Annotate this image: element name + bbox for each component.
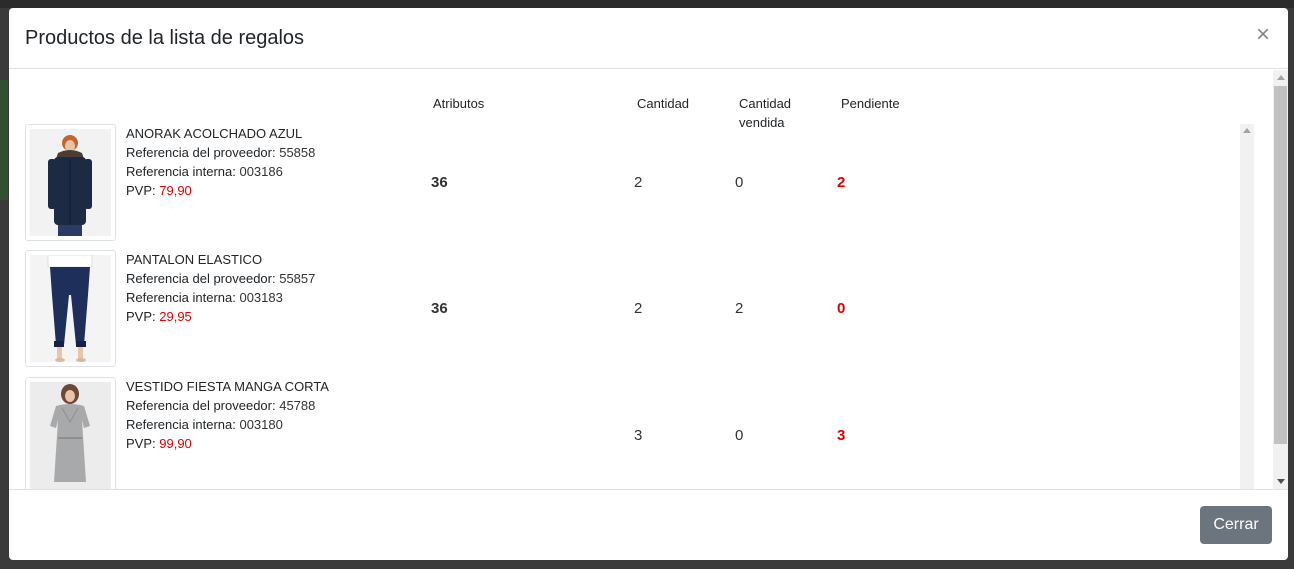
close-icon[interactable]: × [1252,23,1274,47]
supplier-reference-label: Referencia del proveedor: [126,398,276,413]
close-button[interactable]: Cerrar [1200,506,1272,544]
supplier-reference: Referencia del proveedor: 45788 [126,396,329,415]
scrollbar-thumb[interactable] [1274,86,1287,444]
gift-list-products-modal: Productos de la lista de regalos × Atrib… [9,8,1288,560]
internal-reference-value: 003180 [239,417,283,432]
supplier-reference-label: Referencia del proveedor: [126,145,276,160]
background-page [0,0,1294,8]
scroll-down-arrow-icon[interactable] [1277,479,1285,484]
table-row: ANORAK ACOLCHADO AZUL Referencia del pro… [9,124,1239,250]
pending-value: 2 [837,174,846,191]
quantity-sold-value: 2 [735,300,744,317]
product-name: PANTALON ELASTICO [126,252,263,267]
scroll-up-arrow-icon[interactable] [1277,75,1285,80]
attribute-value: 36 [431,300,448,317]
price-label: PVP: [126,309,156,324]
internal-reference: Referencia interna: 003180 [126,415,329,434]
price: PVP: 99,90 [126,434,329,453]
product-image[interactable] [25,124,116,241]
pending-value: 3 [837,427,846,444]
attribute-value: 36 [431,174,448,191]
modal-title: Productos de la lista de regalos [25,27,305,49]
column-header-pending: Pendiente [841,96,900,111]
price-value: 79,90 [159,183,192,198]
scroll-up-arrow-icon[interactable] [1243,128,1251,133]
column-header-quantity: Cantidad [637,96,690,111]
product-name: VESTIDO FIESTA MANGA CORTA [126,379,329,394]
price: PVP: 29,95 [126,307,315,326]
internal-reference: Referencia interna: 003183 [126,288,315,307]
trousers-photo [30,255,111,362]
price-label: PVP: [126,183,156,198]
product-info: PANTALON ELASTICO Referencia del proveed… [126,250,315,326]
supplier-reference-value: 45788 [279,398,316,413]
quantity-value: 3 [634,427,643,444]
product-info: ANORAK ACOLCHADO AZUL Referencia del pro… [126,124,315,200]
modal-footer: Cerrar [9,489,1288,560]
column-header-quantity-sold-line1: Cantidad [739,96,792,111]
price: PVP: 79,90 [126,181,315,200]
internal-reference: Referencia interna: 003186 [126,162,315,181]
inner-scrollbar[interactable] [1240,124,1254,489]
modal-header: Productos de la lista de regalos × [9,8,1288,69]
background-page-edge [0,80,8,200]
modal-scrollbar[interactable] [1273,70,1288,489]
modal-body: Atributos Cantidad Cantidad vendida Pend… [9,70,1273,489]
column-header-attributes: Atributos [433,96,485,111]
product-info: VESTIDO FIESTA MANGA CORTA Referencia de… [126,377,329,453]
internal-reference-value: 003183 [239,290,283,305]
price-label: PVP: [126,436,156,451]
internal-reference-value: 003186 [239,164,283,179]
quantity-sold-value: 0 [735,427,744,444]
anorak-photo [30,129,111,236]
quantity-sold-value: 0 [735,174,744,191]
price-value: 99,90 [159,436,192,451]
quantity-value: 2 [634,174,643,191]
internal-reference-label: Referencia interna: [126,417,236,432]
table-row: VESTIDO FIESTA MANGA CORTA Referencia de… [9,377,1239,489]
dress-photo [30,382,111,489]
supplier-reference: Referencia del proveedor: 55857 [126,269,315,288]
table-row: PANTALON ELASTICO Referencia del proveed… [9,250,1239,376]
internal-reference-label: Referencia interna: [126,290,236,305]
supplier-reference-value: 55858 [279,145,316,160]
product-image[interactable] [25,250,116,367]
internal-reference-label: Referencia interna: [126,164,236,179]
price-value: 29,95 [159,309,192,324]
product-image[interactable] [25,377,116,489]
pending-value: 0 [837,300,846,317]
product-name: ANORAK ACOLCHADO AZUL [126,126,303,141]
supplier-reference: Referencia del proveedor: 55858 [126,143,315,162]
quantity-value: 2 [634,300,643,317]
supplier-reference-value: 55857 [279,271,316,286]
supplier-reference-label: Referencia del proveedor: [126,271,276,286]
